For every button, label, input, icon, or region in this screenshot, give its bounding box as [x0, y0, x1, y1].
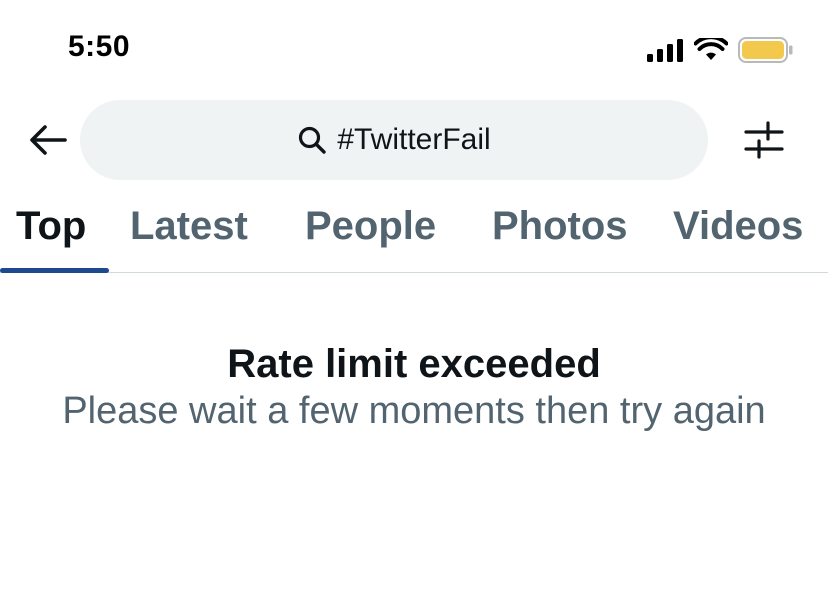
battery-level [742, 41, 784, 59]
error-title: Rate limit exceeded [227, 342, 601, 386]
status-icons [646, 36, 794, 64]
filter-button[interactable] [738, 118, 790, 162]
search-tabs: Top Latest People Photos Videos [0, 190, 828, 273]
status-time: 5:50 [68, 30, 131, 63]
tab-photos[interactable]: Photos [492, 204, 628, 249]
filter-sliders-icon [744, 121, 784, 159]
back-button[interactable] [24, 118, 72, 162]
search-header: #TwitterFail [0, 96, 828, 184]
signal-icon [647, 39, 683, 62]
tab-videos[interactable]: Videos [673, 204, 803, 249]
back-arrow-icon [30, 125, 67, 155]
error-message: Rate limit exceeded Please wait a few mo… [0, 340, 828, 436]
status-bar: 5:50 [0, 0, 828, 96]
battery-icon [738, 37, 793, 63]
tab-latest[interactable]: Latest [130, 204, 248, 249]
search-input[interactable]: #TwitterFail [80, 100, 708, 180]
tab-top[interactable]: Top [16, 204, 86, 249]
search-query-text: #TwitterFail [337, 123, 491, 156]
wifi-icon [694, 38, 728, 60]
error-subtitle: Please wait a few moments then try again [62, 390, 766, 432]
active-tab-indicator [0, 268, 109, 273]
tab-people[interactable]: People [305, 204, 436, 249]
search-icon [297, 125, 327, 155]
